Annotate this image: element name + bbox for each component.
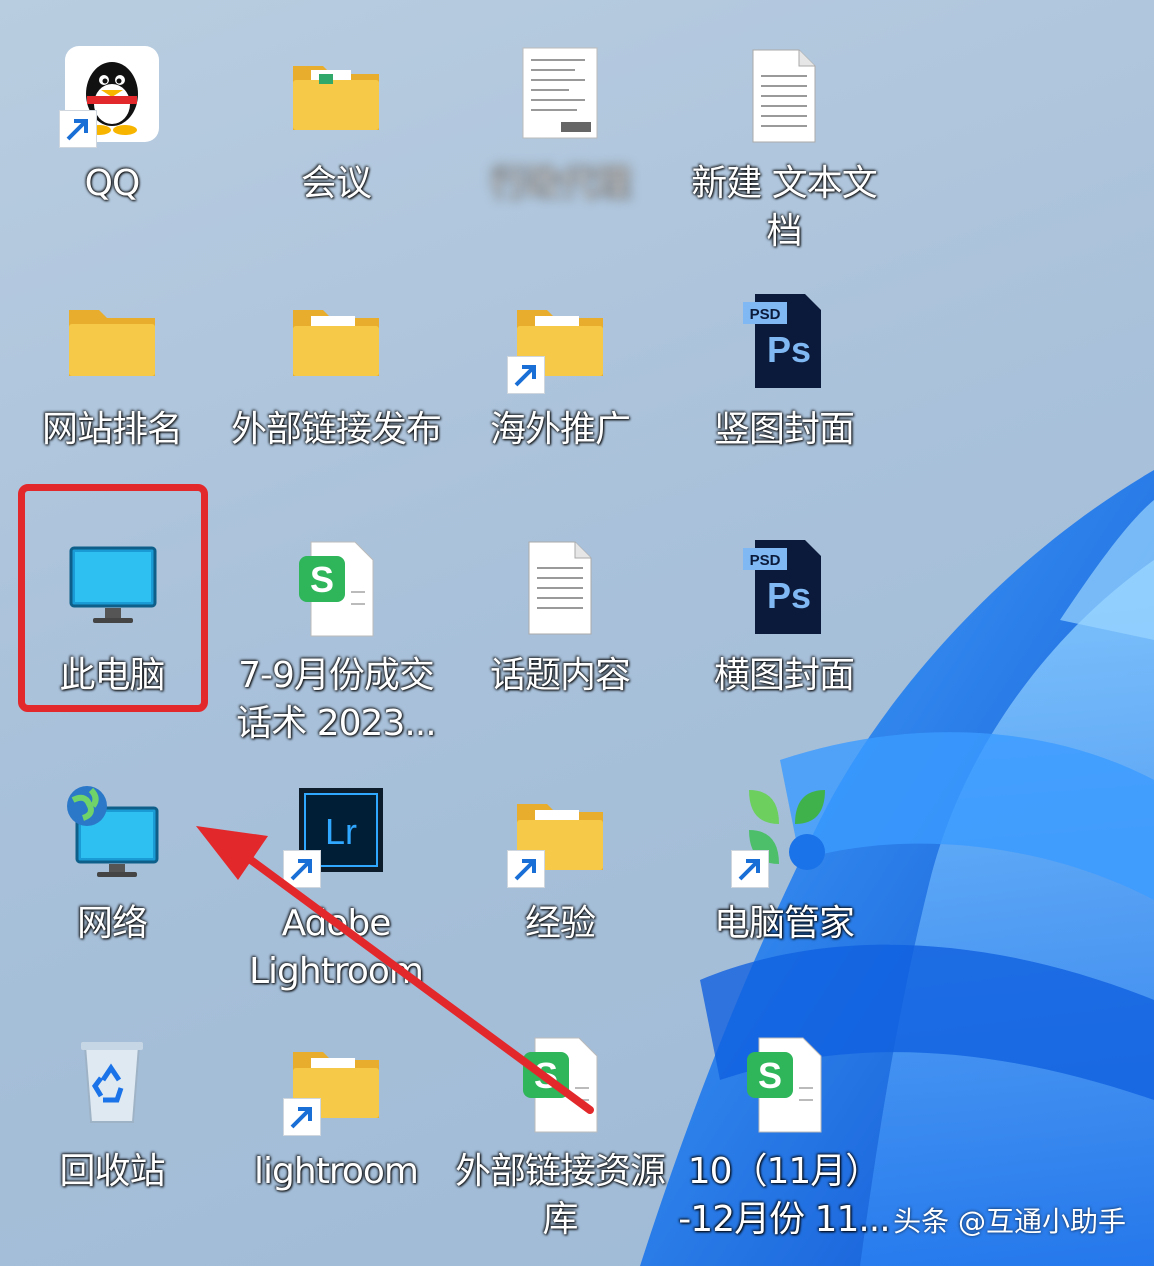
psd-badge: PSD [750, 552, 781, 569]
desktop-icon-label: 网站排名 [41, 409, 183, 450]
spreadsheet-file-icon: S [505, 1028, 615, 1138]
spreadsheet-file-icon: S [281, 532, 391, 642]
desktop-icon-horizontal-cover-psd[interactable]: PSD Ps 横图封面 [672, 532, 896, 700]
desktop-icon-label: 话题内容 [489, 655, 631, 696]
highlight-box [18, 484, 208, 712]
psd-badge: PSD [750, 306, 781, 323]
desktop-icon-label: 回收站 [59, 1151, 165, 1192]
desktop-icon-meeting-folder[interactable]: 会议 [224, 40, 448, 208]
folder-icon [281, 40, 391, 150]
desktop-icon-experience[interactable]: 经验 [448, 780, 672, 948]
document-preview-icon [505, 40, 615, 150]
shortcut-arrow-icon [283, 850, 321, 888]
desktop-icon-label: 10（11月） -12月份 11... [678, 1151, 890, 1240]
desktop-icon-external-link-library[interactable]: S 外部链接资源 库 [448, 1028, 672, 1244]
desktop-icon-recycle-bin[interactable]: 回收站 [0, 1028, 224, 1196]
photoshop-file-icon: PSD Ps [729, 532, 839, 642]
desktop-icon-pc-manager[interactable]: 电脑管家 [672, 780, 896, 948]
desktop-icon-label: 行政代理 [489, 163, 631, 204]
shortcut-arrow-icon [507, 356, 545, 394]
desktop-icon-label: 会议 [300, 163, 372, 204]
desktop-icon-label: 网络 [76, 903, 148, 944]
shortcut-arrow-icon [507, 850, 545, 888]
shortcut-arrow-icon [59, 110, 97, 148]
lr-text: Lr [325, 811, 357, 852]
shortcut-arrow-icon [731, 850, 769, 888]
desktop-icon-label: 海外推广 [489, 409, 631, 450]
desktop-icon-label: 电脑管家 [713, 903, 855, 944]
desktop-icon-vertical-cover-psd[interactable]: PSD Ps 竖图封面 [672, 286, 896, 454]
desktop-icon-october-sheet[interactable]: S 10（11月） -12月份 11... [672, 1028, 896, 1244]
sheet-letter: S [310, 559, 334, 600]
qq-icon [57, 40, 167, 150]
desktop-icon-label: 竖图封面 [713, 409, 855, 450]
text-file-icon [505, 532, 615, 642]
folder-icon [281, 1028, 391, 1138]
folder-icon [57, 286, 167, 396]
desktop-icon-external-links-folder[interactable]: 外部链接发布 [224, 286, 448, 454]
desktop-icon-network[interactable]: 网络 [0, 780, 224, 948]
desktop-icon-blurred-doc[interactable]: 行政代理 [448, 40, 672, 208]
recycle-bin-icon [57, 1028, 167, 1138]
desktop-icon-label: 经验 [524, 903, 596, 944]
photoshop-file-icon: PSD Ps [729, 286, 839, 396]
sheet-letter: S [758, 1055, 782, 1096]
desktop-icon-site-ranking-folder[interactable]: 网站排名 [0, 286, 224, 454]
watermark: 头条 @互通小助手 [893, 1205, 1126, 1238]
desktop-icon-lightroom-folder[interactable]: lightroom [224, 1028, 448, 1196]
desktop-icon-label: Adobe Lightroom [249, 903, 424, 992]
desktop-icon-label: QQ [84, 163, 141, 204]
folder-icon [505, 780, 615, 890]
desktop-icon-adobe-lightroom[interactable]: Lr Adobe Lightroom [224, 780, 448, 996]
ps-text: Ps [767, 329, 811, 370]
network-icon [57, 780, 167, 890]
ps-text: Ps [767, 575, 811, 616]
desktop-icon-topic-content[interactable]: 话题内容 [448, 532, 672, 700]
desktop-icon-label: lightroom [254, 1151, 419, 1192]
desktop-icon-label: 7-9月份成交 话术 2023... [236, 655, 436, 744]
text-file-icon [729, 40, 839, 150]
spreadsheet-file-icon: S [729, 1028, 839, 1138]
desktop-icon-label: 外部链接资源 库 [454, 1151, 666, 1240]
desktop-icon-overseas-promotion[interactable]: 海外推广 [448, 286, 672, 454]
desktop-icon-label: 外部链接发布 [230, 409, 442, 450]
folder-icon [505, 286, 615, 396]
desktop-icon-new-text-doc[interactable]: 新建 文本文 档 [672, 40, 896, 256]
folder-icon [281, 286, 391, 396]
desktop-icon-label: 横图封面 [713, 655, 855, 696]
pc-manager-icon [729, 780, 839, 890]
desktop-icon-qq[interactable]: QQ [0, 40, 224, 208]
desktop-icon-sales-script-sheet[interactable]: S 7-9月份成交 话术 2023... [224, 532, 448, 748]
desktop-icon-label: 新建 文本文 档 [691, 163, 877, 252]
sheet-letter: S [534, 1055, 558, 1096]
shortcut-arrow-icon [283, 1098, 321, 1136]
lightroom-icon: Lr [281, 780, 391, 890]
